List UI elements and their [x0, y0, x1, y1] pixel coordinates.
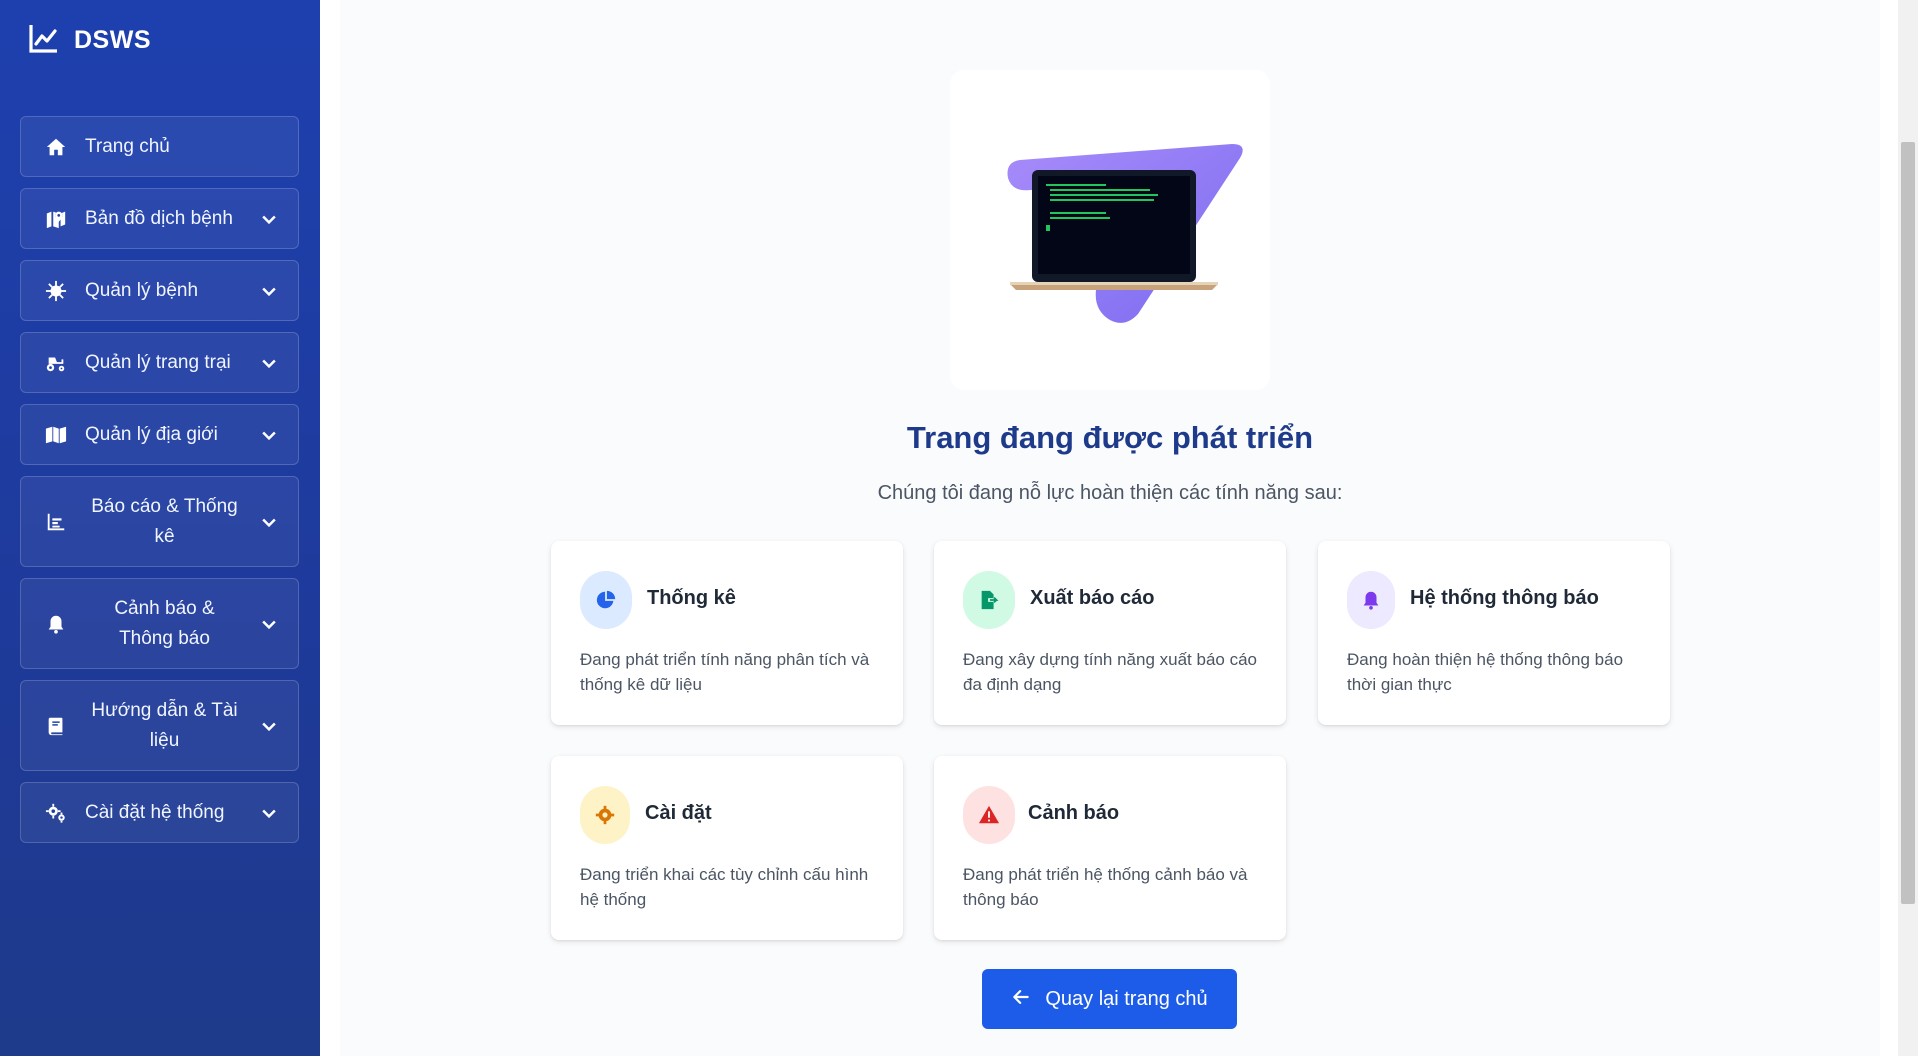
content-gutter — [1880, 0, 1898, 1056]
sidebar-item-label: Quản lý trang trại — [85, 351, 231, 373]
content-gutter — [320, 0, 340, 1056]
feature-title: Thống kê — [647, 587, 736, 609]
sidebar-item-boundary-management[interactable]: Quản lý địa giới — [20, 404, 299, 465]
sidebar-item-home[interactable]: Trang chủ — [20, 116, 299, 177]
sidebar-item-label: Cài đặt hệ thống — [85, 801, 225, 823]
feature-description: Đang triển khai các tùy chỉnh cấu hình h… — [580, 865, 869, 909]
brand-name: DSWS — [74, 25, 151, 54]
page-subtitle: Chúng tôi đang nỗ lực hoàn thiện các tín… — [877, 482, 1343, 504]
warning-icon — [963, 786, 1015, 844]
sidebar-item-farm-management[interactable]: Quản lý trang trại — [20, 332, 299, 393]
feature-title: Hệ thống thông báo — [1410, 587, 1599, 609]
sidebar-nav: Trang chủ Bản đồ dịch bệnh Quản lý bệnh — [20, 116, 299, 854]
feature-card-settings: Cài đặt Đang triển khai các tùy chỉnh cấ… — [551, 756, 903, 940]
feature-card-notifications: Hệ thống thông báo Đang hoàn thiện hệ th… — [1318, 541, 1670, 725]
app-root: DSWS Trang chủ Bản đồ dịch bệnh Quản lý … — [0, 0, 1918, 1056]
sidebar-item-disease-management[interactable]: Quản lý bệnh — [20, 260, 299, 321]
sidebar-item-label: Trang chủ — [85, 135, 170, 157]
feature-card-warnings: Cảnh báo Đang phát triển hệ thống cảnh b… — [934, 756, 1286, 940]
bell-icon — [1347, 571, 1395, 629]
gear-icon — [580, 786, 630, 844]
chevron-down-icon[interactable] — [258, 424, 280, 446]
sidebar-item-label: Quản lý địa giới — [85, 423, 218, 445]
chart-line-icon — [28, 22, 60, 59]
page-title: Trang đang được phát triển — [906, 420, 1314, 455]
scrollbar-thumb[interactable] — [1901, 142, 1915, 904]
tractor-icon — [43, 350, 69, 376]
sidebar-item-label: Hướng dẫn & Tài liệu — [91, 699, 238, 751]
feature-description: Đang xây dựng tính năng xuất báo cáo đa … — [963, 650, 1257, 694]
chevron-down-icon[interactable] — [258, 352, 280, 374]
bell-icon — [43, 611, 69, 637]
chevron-down-icon[interactable] — [258, 208, 280, 230]
feature-card-export: Xuất báo cáo Đang xây dựng tính năng xuấ… — [934, 541, 1286, 725]
sidebar-item-label: Báo cáo & Thống kê — [91, 495, 238, 547]
map-marker-icon — [43, 206, 69, 232]
chart-bar-icon — [43, 509, 69, 535]
file-export-icon — [963, 571, 1015, 629]
chevron-down-icon[interactable] — [258, 511, 280, 533]
arrow-left-icon — [1011, 987, 1031, 1012]
sidebar-item-label: Cảnh báo & Thông báo — [114, 597, 215, 649]
cogs-icon — [43, 800, 69, 826]
feature-title: Cài đặt — [645, 802, 712, 824]
chevron-down-icon[interactable] — [258, 613, 280, 635]
feature-description: Đang phát triển hệ thống cảnh báo và thô… — [963, 865, 1248, 909]
sidebar-item-label: Quản lý bệnh — [85, 279, 199, 301]
home-icon — [43, 134, 69, 160]
sidebar-item-alerts[interactable]: Cảnh báo & Thông báo — [20, 578, 299, 669]
feature-description: Đang phát triển tính năng phân tích và t… — [580, 650, 870, 694]
chevron-down-icon[interactable] — [258, 715, 280, 737]
feature-card-statistics: Thống kê Đang phát triển tính năng phân … — [551, 541, 903, 725]
map-icon — [43, 422, 69, 448]
chevron-down-icon[interactable] — [258, 280, 280, 302]
sidebar-item-settings[interactable]: Cài đặt hệ thống — [20, 782, 299, 843]
chevron-down-icon[interactable] — [258, 802, 280, 824]
back-home-button[interactable]: Quay lại trang chủ — [982, 969, 1237, 1029]
pie-chart-icon — [580, 571, 632, 629]
back-home-label: Quay lại trang chủ — [1045, 987, 1208, 1010]
sidebar: DSWS Trang chủ Bản đồ dịch bệnh Quản lý … — [0, 0, 320, 1056]
development-illustration — [950, 70, 1270, 390]
brand[interactable]: DSWS — [28, 22, 151, 58]
book-icon — [43, 713, 69, 739]
feature-title: Cảnh báo — [1028, 802, 1120, 824]
virus-icon — [43, 278, 69, 304]
sidebar-item-reports[interactable]: Báo cáo & Thống kê — [20, 476, 299, 567]
feature-title: Xuất báo cáo — [1030, 587, 1155, 609]
sidebar-item-disease-map[interactable]: Bản đồ dịch bệnh — [20, 188, 299, 249]
feature-description: Đang hoàn thiện hệ thống thông báo thời … — [1347, 650, 1624, 694]
sidebar-item-label: Bản đồ dịch bệnh — [85, 207, 233, 229]
sidebar-item-docs[interactable]: Hướng dẫn & Tài liệu — [20, 680, 299, 771]
